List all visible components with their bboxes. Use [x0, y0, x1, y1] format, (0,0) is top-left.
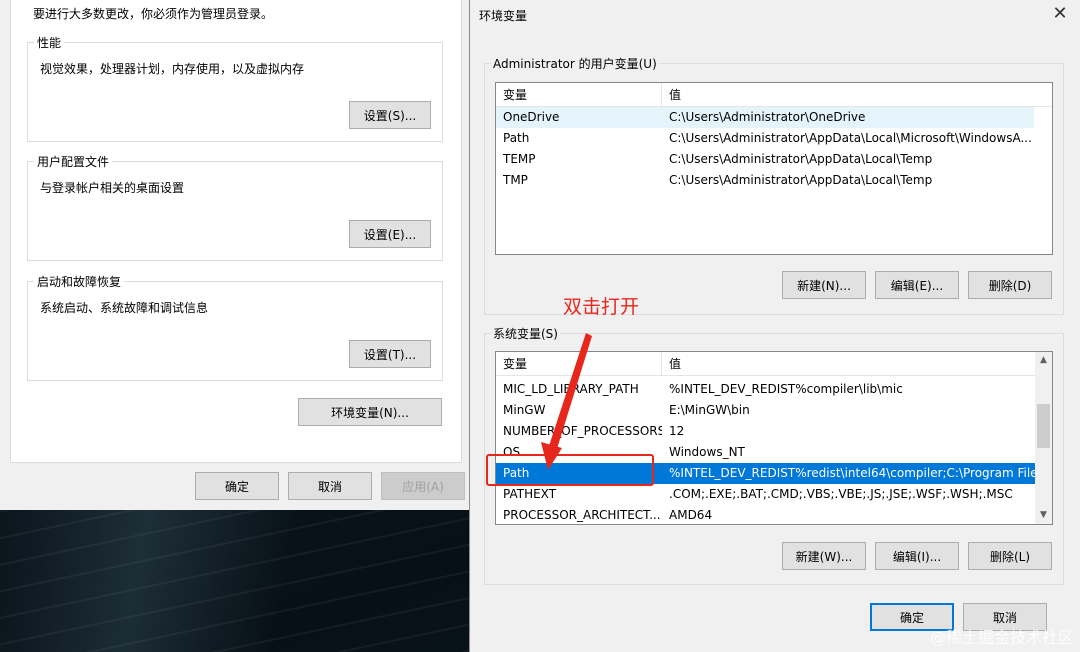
- user-variables-list[interactable]: 变量 值 OneDrive C:\Users\Administrator\One…: [495, 82, 1053, 255]
- list-item[interactable]: PATHEXT .COM;.EXE;.BAT;.CMD;.VBS;.VBE;.J…: [496, 484, 1035, 505]
- watermark: @稀土掘金技术社区: [929, 628, 1074, 647]
- dialog-title: 环境变量: [479, 9, 528, 23]
- user-profiles-settings-button[interactable]: 设置(E)...: [349, 220, 431, 248]
- list-item[interactable]: MIC_LD_LIBRARY_PATH %INTEL_DEV_REDIST%co…: [496, 379, 1035, 400]
- startup-recovery-title: 启动和故障恢复: [34, 273, 125, 290]
- environment-variables-button[interactable]: 环境变量(N)...: [298, 398, 442, 426]
- column-header-variable[interactable]: 变量: [496, 352, 662, 375]
- list-item[interactable]: TEMP C:\Users\Administrator\AppData\Loca…: [496, 149, 1034, 170]
- var-value: E:\MinGW\bin: [669, 403, 750, 417]
- system-new-button[interactable]: 新建(W)...: [782, 542, 866, 570]
- list-item[interactable]: PROCESSOR_ARCHITECT... AMD64: [496, 505, 1035, 524]
- system-edit-button[interactable]: 编辑(I)...: [875, 542, 959, 570]
- column-header-variable[interactable]: 变量: [496, 83, 662, 106]
- var-value: C:\Users\Administrator\OneDrive: [669, 110, 866, 124]
- user-profiles-desc: 与登录帐户相关的桌面设置: [40, 181, 185, 195]
- column-header-value[interactable]: 值: [662, 352, 1035, 375]
- performance-title: 性能: [34, 34, 65, 51]
- var-value: C:\Users\Administrator\AppData\Local\Tem…: [669, 152, 933, 166]
- var-name: Path: [503, 131, 530, 145]
- system-delete-button[interactable]: 删除(L): [968, 542, 1052, 570]
- sys-ok-button[interactable]: 确定: [195, 472, 279, 500]
- performance-desc: 视觉效果，处理器计划，内存使用，以及虚拟内存: [40, 62, 305, 76]
- list-item[interactable]: TMP C:\Users\Administrator\AppData\Local…: [496, 170, 1034, 191]
- list-item[interactable]: NUMBER_OF_PROCESSORS 12: [496, 421, 1035, 442]
- scroll-thumb[interactable]: [1037, 404, 1050, 448]
- user-edit-button[interactable]: 编辑(E)...: [875, 271, 959, 299]
- vertical-scrollbar[interactable]: ▲ ▼: [1035, 352, 1052, 524]
- var-name: MIC_LD_LIBRARY_PATH: [503, 382, 639, 396]
- close-icon[interactable]: ✕: [1050, 4, 1070, 24]
- user-profiles-group: 用户配置文件 与登录帐户相关的桌面设置 设置(E)...: [27, 153, 443, 261]
- var-name: MinGW: [503, 403, 546, 417]
- user-new-button[interactable]: 新建(N)...: [782, 271, 866, 299]
- var-value: C:\Users\Administrator\AppData\Local\Tem…: [669, 173, 933, 187]
- column-header-value[interactable]: 值: [662, 83, 1052, 106]
- user-profiles-title: 用户配置文件: [34, 153, 113, 170]
- scroll-down-icon[interactable]: ▼: [1035, 507, 1052, 524]
- scroll-up-icon[interactable]: ▲: [1035, 352, 1052, 369]
- environment-variables-dialog: 环境变量 ✕ Administrator 的用户变量(U) 变量 值 OneDr…: [469, 0, 1080, 652]
- var-value: AMD64: [669, 508, 713, 522]
- advanced-tab-panel: 要进行大多数更改，你必须作为管理员登录。 性能 视觉效果，处理器计划，内存使用，…: [10, 0, 462, 463]
- var-value: %INTEL_DEV_REDIST%compiler\lib\mic: [669, 382, 903, 396]
- list-header: 变量 值: [496, 352, 1035, 376]
- var-value: .COM;.EXE;.BAT;.CMD;.VBS;.VBE;.JS;.JSE;.…: [669, 487, 1013, 501]
- var-name: PATHEXT: [503, 487, 557, 501]
- var-value: 12: [669, 424, 685, 438]
- var-name: NUMBER_OF_PROCESSORS: [503, 424, 662, 438]
- var-name: PROCESSOR_ARCHITECT...: [503, 508, 661, 522]
- startup-recovery-desc: 系统启动、系统故障和调试信息: [40, 301, 209, 315]
- annotation-label: 双击打开: [563, 296, 640, 318]
- var-value: Windows_NT: [669, 445, 745, 459]
- user-variables-title: Administrator 的用户变量(U): [491, 55, 659, 72]
- sys-cancel-button[interactable]: 取消: [288, 472, 372, 500]
- performance-group: 性能 视觉效果，处理器计划，内存使用，以及虚拟内存 设置(S)...: [27, 34, 443, 142]
- var-name: TMP: [503, 173, 528, 187]
- system-variables-list[interactable]: 变量 值 MIC_LD_LIBRARY_PATH %INTEL_DEV_REDI…: [495, 351, 1053, 525]
- annotation-highlight-box: [486, 454, 654, 486]
- desktop-background: [0, 510, 470, 652]
- list-header: 变量 值: [496, 83, 1052, 107]
- sys-apply-button[interactable]: 应用(A): [381, 472, 465, 500]
- list-item[interactable]: MinGW E:\MinGW\bin: [496, 400, 1035, 421]
- system-properties-dialog: 要进行大多数更改，你必须作为管理员登录。 性能 视觉效果，处理器计划，内存使用，…: [0, 0, 472, 510]
- var-name: OneDrive: [503, 110, 560, 124]
- user-delete-button[interactable]: 删除(D): [968, 271, 1052, 299]
- user-variables-group: Administrator 的用户变量(U) 变量 值 OneDrive C:\…: [484, 55, 1064, 315]
- startup-settings-button[interactable]: 设置(T)...: [349, 340, 431, 368]
- var-value: C:\Users\Administrator\AppData\Local\Mic…: [669, 131, 1032, 145]
- var-name: TEMP: [503, 152, 536, 166]
- system-variables-title: 系统变量(S): [491, 325, 560, 342]
- list-item[interactable]: Path C:\Users\Administrator\AppData\Loca…: [496, 128, 1034, 149]
- startup-recovery-group: 启动和故障恢复 系统启动、系统故障和调试信息 设置(T)...: [27, 273, 443, 381]
- performance-settings-button[interactable]: 设置(S)...: [349, 101, 431, 129]
- var-value: %INTEL_DEV_REDIST%redist\intel64\compile…: [669, 466, 1035, 480]
- admin-note: 要进行大多数更改，你必须作为管理员登录。: [33, 7, 274, 21]
- list-item[interactable]: OneDrive C:\Users\Administrator\OneDrive: [496, 107, 1034, 128]
